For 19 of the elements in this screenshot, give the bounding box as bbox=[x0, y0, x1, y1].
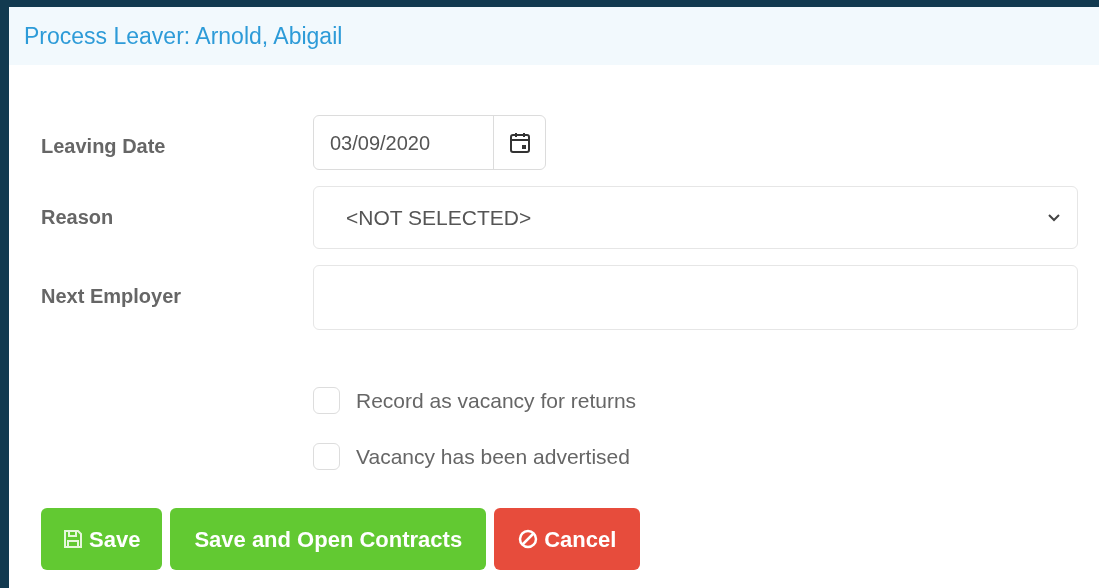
save-button[interactable]: Save bbox=[41, 508, 163, 570]
text-field[interactable] bbox=[313, 265, 1078, 330]
date-value: 03/09/2020 bbox=[329, 130, 432, 156]
date-field[interactable]: 03/09/2020 bbox=[313, 115, 546, 170]
save-icon bbox=[63, 529, 83, 549]
calendar-icon[interactable] bbox=[507, 130, 532, 155]
reason-select[interactable]: <NOT SELECTED> bbox=[313, 186, 1078, 249]
cancel-button[interactable]: Cancel bbox=[494, 508, 641, 570]
field-label: Next Employer bbox=[41, 284, 183, 309]
checkbox-label: Record as vacancy for returns bbox=[356, 388, 637, 414]
checkbox[interactable] bbox=[313, 442, 340, 470]
field-label: Leaving Date bbox=[41, 134, 167, 159]
ban-icon bbox=[518, 529, 539, 549]
checkbox[interactable] bbox=[313, 387, 340, 415]
dialog-title: Process Leaver: Arnold, Abigail bbox=[24, 21, 343, 51]
checkbox-label: Vacancy has been advertised bbox=[356, 443, 630, 470]
chevron-down-icon bbox=[1047, 212, 1061, 223]
save-button[interactable]: Save and Open Contracts bbox=[170, 508, 487, 570]
field-label: Reason bbox=[41, 205, 115, 230]
